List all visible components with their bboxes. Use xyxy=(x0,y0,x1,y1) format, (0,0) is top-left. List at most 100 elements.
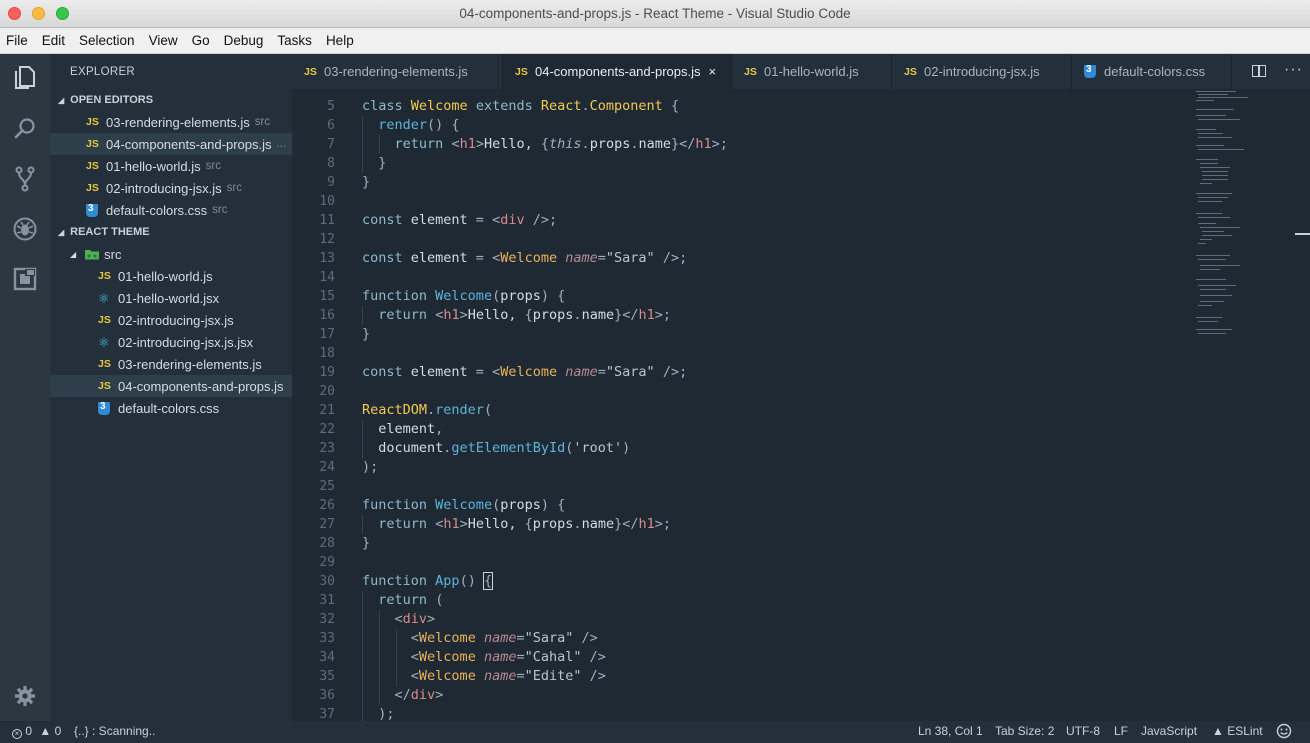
language-mode[interactable]: JavaScript xyxy=(1141,724,1197,738)
open-editors-label: OPEN EDITORS xyxy=(70,94,154,106)
code-editor[interactable]: 5 class Welcome extends React.Component {… xyxy=(292,89,1310,721)
tree-file[interactable]: ⚛ 02-introducing-jsx.js.jsx xyxy=(50,331,292,353)
eslint-status[interactable]: ▲ ESLint xyxy=(1212,724,1263,738)
open-editor-item[interactable]: default-colors.css src xyxy=(50,199,292,221)
open-editor-name: 04-components-and-props.js xyxy=(106,136,272,152)
tree-file-name: 04-components-and-props.js xyxy=(118,378,284,394)
open-editors-header[interactable]: ◢ OPEN EDITORS xyxy=(50,89,292,111)
tree-file[interactable]: JS 03-rendering-elements.js xyxy=(50,353,292,375)
tab-03-rendering-elements[interactable]: JS 03-rendering-elements.js xyxy=(292,54,503,89)
open-editor-name: 03-rendering-elements.js xyxy=(106,114,250,130)
smiley-feedback-icon[interactable] xyxy=(1276,723,1292,742)
editor-tab-bar: JS 03-rendering-elements.js JS 04-compon… xyxy=(292,54,1310,89)
code-line: 11 const element = <div />; xyxy=(319,212,558,228)
code-line: 24); xyxy=(319,459,379,475)
code-line: 17} xyxy=(319,326,371,342)
debug-icon[interactable] xyxy=(10,214,40,244)
project-label: REACT THEME xyxy=(70,226,150,238)
menu-help[interactable]: Help xyxy=(326,33,354,48)
js-file-icon: JS xyxy=(86,160,99,172)
open-editor-name: 01-hello-world.js xyxy=(106,158,201,174)
tree-file[interactable]: ⚛ 01-hello-world.jsx xyxy=(50,287,292,309)
tab-size[interactable]: Tab Size: 2 xyxy=(995,724,1054,738)
tab-02-introducing-jsx[interactable]: JS 02-introducing-jsx.js xyxy=(892,54,1072,89)
open-editor-item[interactable]: JS 01-hello-world.js src xyxy=(50,155,292,177)
close-icon[interactable]: × xyxy=(708,64,716,79)
menu-file[interactable]: File xyxy=(6,33,28,48)
menu-edit[interactable]: Edit xyxy=(42,33,65,48)
more-actions-icon[interactable]: ··· xyxy=(1284,61,1303,79)
menu-tasks[interactable]: Tasks xyxy=(277,33,312,48)
extensions-icon[interactable] xyxy=(10,264,40,294)
css-file-icon xyxy=(86,203,98,217)
code-line: 35 <Welcome name="Edite" /> xyxy=(319,667,606,686)
menu-bar: File Edit Selection View Go Debug Tasks … xyxy=(0,28,1310,54)
js-file-icon: JS xyxy=(86,182,99,194)
code-line: 9} xyxy=(327,174,371,190)
code-line: 26 function Welcome(props) { xyxy=(319,497,566,513)
source-control-icon[interactable] xyxy=(10,164,40,194)
code-line: 34 <Welcome name="Cahal" /> xyxy=(319,648,606,667)
folder-src[interactable]: ◢ src xyxy=(50,243,292,265)
code-line: 5 class Welcome extends React.Component { xyxy=(327,98,680,114)
code-line: 27 return <h1>Hello, {props.name}</h1>; xyxy=(319,515,671,534)
title-bar: 04-components-and-props.js - React Theme… xyxy=(0,0,1310,28)
problems-indicator[interactable]: × 0 ▲ 0 xyxy=(12,724,61,739)
tree-file-name: 01-hello-world.js xyxy=(118,268,213,284)
tree-file-active[interactable]: JS 04-components-and-props.js xyxy=(50,375,292,397)
tree-file-name: 03-rendering-elements.js xyxy=(118,356,262,372)
code-line: 36 </div> xyxy=(319,686,444,705)
code-line: 32 <div> xyxy=(319,610,436,629)
tree-file-name: 02-introducing-jsx.js.jsx xyxy=(118,334,254,350)
css-file-icon xyxy=(1084,64,1096,78)
menu-view[interactable]: View xyxy=(149,33,178,48)
status-bar: × 0 ▲ 0 {..} : Scanning.. Ln 38, Col 1 T… xyxy=(0,721,1310,743)
folder-name: src xyxy=(104,246,122,262)
open-editor-name: default-colors.css xyxy=(106,202,208,218)
open-editor-item[interactable]: JS 03-rendering-elements.js src xyxy=(50,111,292,133)
encoding[interactable]: UTF-8 xyxy=(1066,724,1100,738)
js-file-icon: JS xyxy=(98,380,111,392)
tab-label: 02-introducing-jsx.js xyxy=(924,64,1040,79)
code-line: 20 xyxy=(319,384,335,399)
folder-icon xyxy=(85,250,100,260)
open-editor-item-active[interactable]: JS 04-components-and-props.js ... xyxy=(50,133,292,155)
menu-go[interactable]: Go xyxy=(192,33,210,48)
search-icon[interactable] xyxy=(10,114,40,144)
warning-count: 0 xyxy=(54,724,62,738)
code-line: 30 function App() { xyxy=(319,572,494,590)
project-header[interactable]: ◢ REACT THEME xyxy=(50,221,292,243)
tab-04-components-and-props[interactable]: JS 04-components-and-props.js × xyxy=(503,54,732,89)
code-line: 19 const element = <Welcome name="Sara" /… xyxy=(319,364,688,380)
scanning-status[interactable]: {..} : Scanning.. xyxy=(74,724,155,738)
split-editor-icon[interactable] xyxy=(1252,65,1266,77)
chevron-down-icon: ◢ xyxy=(70,249,77,259)
minimap[interactable] xyxy=(1192,89,1310,721)
tree-file[interactable]: JS 01-hello-world.js xyxy=(50,265,292,287)
warning-icon: ▲ xyxy=(39,724,52,738)
tab-default-colors[interactable]: default-colors.css xyxy=(1072,54,1232,89)
react-file-icon: ⚛ xyxy=(98,334,110,350)
explorer-files-icon[interactable] xyxy=(10,63,40,93)
code-line: 8 } xyxy=(327,154,387,173)
tab-01-hello-world[interactable]: JS 01-hello-world.js xyxy=(732,54,892,89)
cursor-position[interactable]: Ln 38, Col 1 xyxy=(918,724,983,738)
code-line: 28} xyxy=(319,535,371,551)
tab-label: default-colors.css xyxy=(1104,64,1206,79)
line-ending[interactable]: LF xyxy=(1114,724,1128,738)
error-icon: × xyxy=(12,729,22,739)
settings-gear-icon[interactable] xyxy=(10,681,40,711)
menu-selection[interactable]: Selection xyxy=(79,33,135,48)
js-file-icon: JS xyxy=(86,138,99,150)
js-file-icon: JS xyxy=(904,65,917,78)
code-line: 15 function Welcome(props) { xyxy=(319,288,566,304)
code-line: 14 xyxy=(319,270,335,285)
tree-file[interactable]: JS 02-introducing-jsx.js xyxy=(50,309,292,331)
menu-debug[interactable]: Debug xyxy=(224,33,264,48)
open-editor-item[interactable]: JS 02-introducing-jsx.js src xyxy=(50,177,292,199)
code-line: 6 render() { xyxy=(327,116,460,135)
js-file-icon: JS xyxy=(98,358,111,370)
code-line: 16 return <h1>Hello, {props.name}</h1>; xyxy=(319,306,671,325)
code-line: 25 xyxy=(319,479,335,494)
tree-file[interactable]: default-colors.css xyxy=(50,397,292,419)
